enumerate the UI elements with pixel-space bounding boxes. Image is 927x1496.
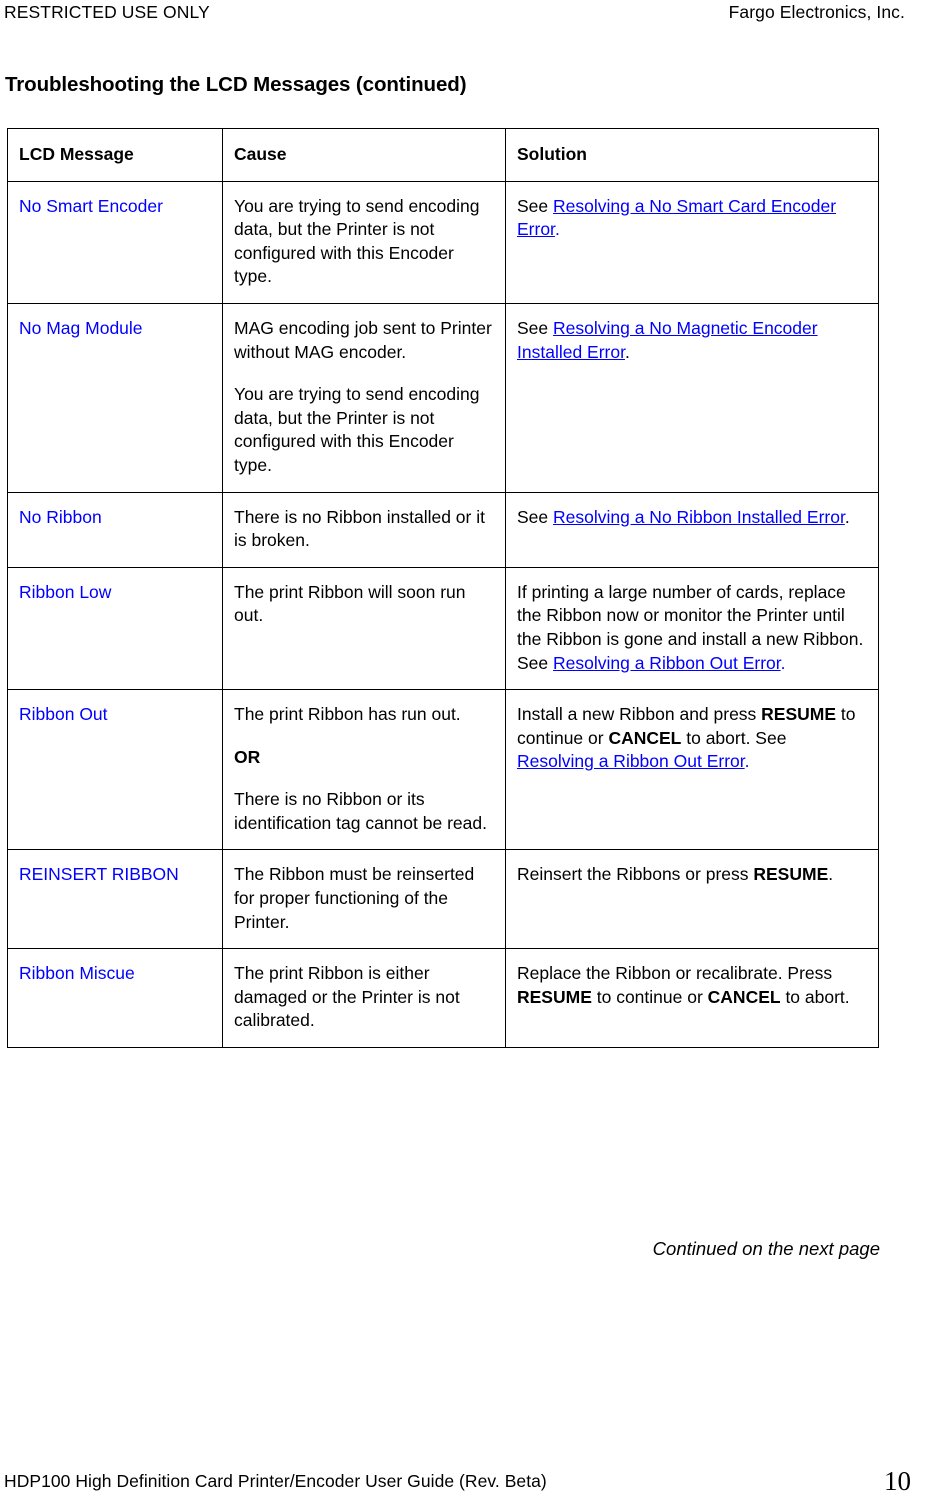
cell-lcd-message: Ribbon Miscue <box>7 948 223 1049</box>
solution-text: See <box>517 195 553 216</box>
emphasis-text: RESUME <box>761 704 837 725</box>
running-header-right: Fargo Electronics, Inc. <box>728 2 905 22</box>
link-trailing-period: . <box>780 652 786 673</box>
page-number: 10 <box>884 1466 911 1496</box>
running-footer-text: HDP100 High Definition Card Printer/Enco… <box>4 1471 547 1491</box>
cause-paragraph: MAG encoding job sent to Printer without… <box>234 317 492 362</box>
cell-solution: Replace the Ribbon or recalibrate. Press… <box>505 948 879 1049</box>
solution-text: . <box>828 864 834 885</box>
cell-lcd-message: No Ribbon <box>7 491 223 568</box>
solution-paragraph: If printing a large number of cards, rep… <box>517 581 867 675</box>
solution-text: to continue or <box>591 986 708 1007</box>
cause-paragraph: The print Ribbon is either damaged or th… <box>234 963 460 1031</box>
continued-note: Continued on the next page <box>652 1238 880 1259</box>
cell-lcd-message: Ribbon Out <box>7 689 223 851</box>
table-row: REINSERT RIBBON The Ribbon must be reinse… <box>7 849 879 950</box>
solution-paragraph: Install a new Ribbon and press RESUME to… <box>517 703 867 774</box>
cause-paragraph: OR <box>234 746 261 767</box>
cause-paragraph: You are trying to send encoding data, bu… <box>234 384 480 475</box>
link-trailing-period: . <box>554 219 560 240</box>
cell-cause: The print Ribbon will soon run out. <box>222 566 506 691</box>
column-header-solution: Solution <box>505 128 879 182</box>
solution-text: to abort. <box>780 986 850 1007</box>
cross-reference-link[interactable]: Resolving a No Magnetic Encoder Installe… <box>517 318 818 362</box>
table-row: Ribbon Miscue The print Ribbon is either … <box>7 948 879 1049</box>
cell-solution: See Resolving a No Magnetic Encoder Inst… <box>505 302 879 493</box>
cell-lcd-message: No Mag Module <box>7 302 223 493</box>
column-header-cause: Cause <box>222 128 506 182</box>
solution-paragraph: See Resolving a No Magnetic Encoder Inst… <box>517 317 867 364</box>
table-body: No Smart Encoder You are trying to send e… <box>7 180 879 1049</box>
emphasis-text: CANCEL <box>707 986 781 1007</box>
table-row: Ribbon Low The print Ribbon will soon run… <box>7 566 879 691</box>
page-title: Troubleshooting the LCD Messages (contin… <box>5 73 467 96</box>
solution-paragraph: See Resolving a No Ribbon Installed Erro… <box>517 506 867 530</box>
lcd-messages-table-wrapper: LCD Message Cause Solution No Smart Enco… <box>7 128 879 1049</box>
cause-paragraph: There is no Ribbon or its identification… <box>234 789 487 833</box>
cell-cause: MAG encoding job sent to Printer without… <box>222 302 506 493</box>
running-footer: HDP100 High Definition Card Printer/Enco… <box>4 1466 911 1496</box>
solution-text: See <box>517 506 553 527</box>
cause-paragraph: The print Ribbon has run out. <box>234 704 461 725</box>
cause-paragraph: You are trying to send encoding data, bu… <box>234 195 480 287</box>
cell-solution: Reinsert the Ribbons or press RESUME. <box>505 849 879 950</box>
solution-text: . <box>844 506 850 527</box>
table-row: Ribbon Out The print Ribbon has run out. O… <box>7 689 879 851</box>
cell-solution: See Resolving a No Smart Card Encoder Er… <box>505 180 879 304</box>
cell-solution: See Resolving a No Ribbon Installed Erro… <box>505 491 879 568</box>
table-row: No Ribbon There is no Ribbon installed or… <box>7 491 879 568</box>
table-row: No Mag Module MAG encoding job sent to Pr… <box>7 302 879 493</box>
solution-paragraph: See Resolving a No Smart Card Encoder Er… <box>517 195 867 242</box>
solution-text: Install a new Ribbon and press <box>517 704 762 725</box>
cross-reference-link[interactable]: Resolving a No Ribbon Installed Error <box>553 507 845 527</box>
solution-text: Reinsert the Ribbons or press <box>517 864 754 885</box>
cross-reference-link[interactable]: Resolving a No Smart Card Encoder Error <box>517 196 836 240</box>
running-header: RESTRICTED USE ONLY Fargo Electronics, I… <box>4 2 905 22</box>
table-header-row: LCD Message Cause Solution <box>7 128 879 182</box>
cell-cause: The print Ribbon has run out. OR There is … <box>222 689 506 851</box>
cross-reference-link[interactable]: Resolving a Ribbon Out Error <box>517 751 745 771</box>
solution-text: . <box>624 341 630 362</box>
table-row: No Smart Encoder You are trying to send e… <box>7 180 879 304</box>
solution-paragraph: Reinsert the Ribbons or press RESUME. <box>517 863 867 887</box>
cause-paragraph: The Ribbon must be reinserted for proper… <box>234 864 475 932</box>
cross-reference-link[interactable]: Resolving a Ribbon Out Error <box>553 653 781 673</box>
link-trailing-period: . <box>744 751 750 772</box>
cell-cause: The print Ribbon is either damaged or th… <box>222 948 506 1049</box>
column-header-lcd-message: LCD Message <box>7 128 223 182</box>
cell-cause: The Ribbon must be reinserted for proper… <box>222 849 506 950</box>
emphasis-text: RESUME <box>517 986 592 1007</box>
running-header-left: RESTRICTED USE ONLY <box>4 2 210 22</box>
solution-text: See <box>517 317 553 338</box>
cell-cause: You are trying to send encoding data, bu… <box>222 180 506 304</box>
emphasis-text: RESUME <box>753 864 829 885</box>
cell-lcd-message: REINSERT RIBBON <box>7 849 223 950</box>
cell-solution: If printing a large number of cards, rep… <box>505 566 879 691</box>
solution-text: Replace the Ribbon or recalibrate. Press <box>517 963 833 984</box>
emphasis-text: CANCEL <box>608 727 682 748</box>
document-page: RESTRICTED USE ONLY Fargo Electronics, I… <box>0 0 927 1496</box>
lcd-messages-table: LCD Message Cause Solution No Smart Enco… <box>7 128 879 1049</box>
cell-solution: Install a new Ribbon and press RESUME to… <box>505 689 879 851</box>
solution-text: to abort. See <box>681 727 787 748</box>
cell-cause: There is no Ribbon installed or it is br… <box>222 491 506 568</box>
cause-paragraph: There is no Ribbon installed or it is br… <box>234 506 485 551</box>
cell-lcd-message: No Smart Encoder <box>7 180 223 304</box>
cell-lcd-message: Ribbon Low <box>7 566 223 691</box>
solution-paragraph: Replace the Ribbon or recalibrate. Press… <box>517 962 867 1009</box>
cause-paragraph: The print Ribbon will soon run out. <box>234 581 466 626</box>
